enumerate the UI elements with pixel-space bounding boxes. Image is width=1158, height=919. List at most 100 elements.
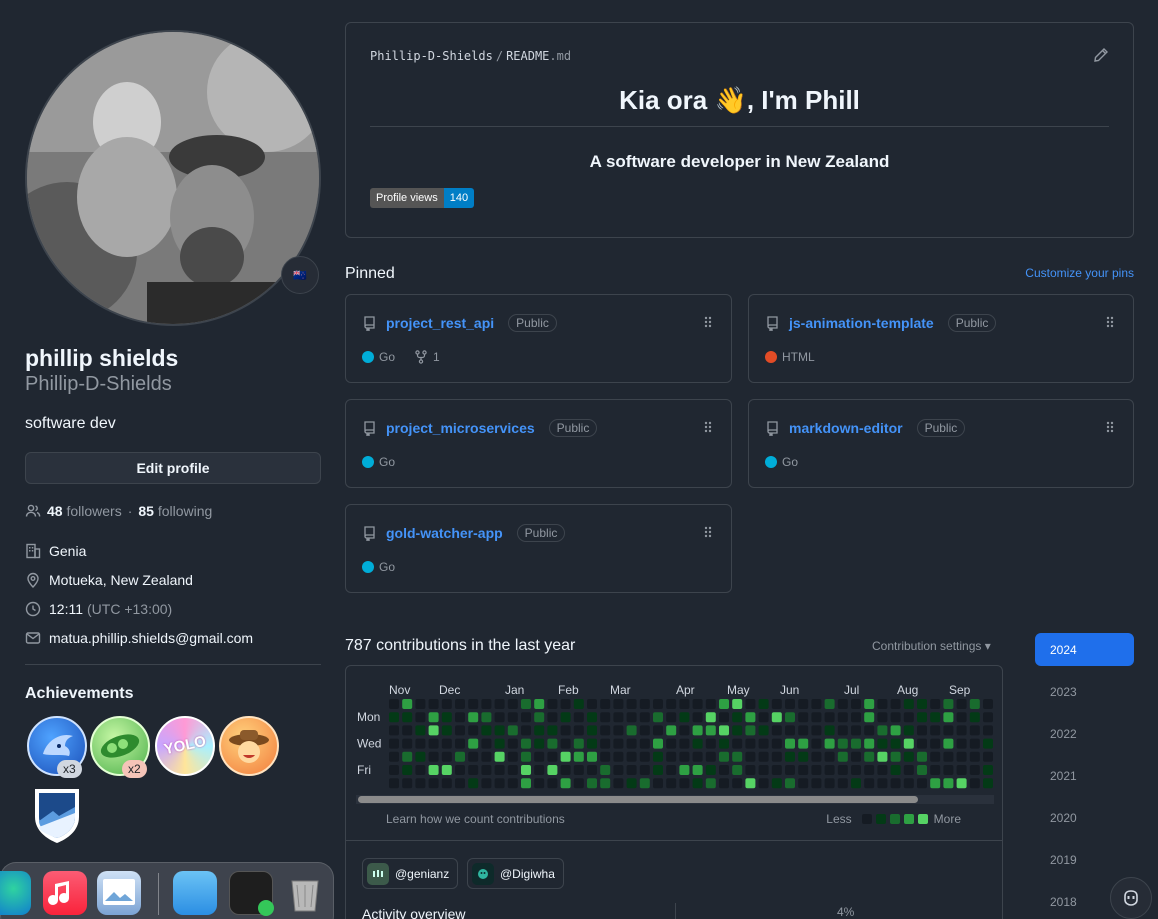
contribution-day[interactable] <box>851 778 861 789</box>
contribution-day[interactable] <box>903 712 914 723</box>
contribution-day[interactable] <box>573 725 584 736</box>
contribution-day[interactable] <box>851 725 861 736</box>
contribution-day[interactable] <box>705 699 716 709</box>
contribution-day[interactable] <box>626 765 637 775</box>
contribution-day[interactable] <box>573 738 584 749</box>
contribution-day[interactable] <box>719 751 729 762</box>
contribution-day[interactable] <box>745 751 756 762</box>
contribution-day[interactable] <box>521 751 531 762</box>
contribution-day[interactable] <box>864 765 875 775</box>
contribution-day[interactable] <box>639 751 650 762</box>
contribution-day[interactable] <box>587 725 597 736</box>
contribution-day[interactable] <box>771 738 782 749</box>
contribution-day[interactable] <box>930 751 941 762</box>
contribution-day[interactable] <box>653 765 663 775</box>
contribution-day[interactable] <box>903 765 914 775</box>
contribution-day[interactable] <box>639 712 650 723</box>
contribution-day[interactable] <box>666 778 677 789</box>
contribution-day[interactable] <box>402 738 413 749</box>
contribution-day[interactable] <box>956 751 967 762</box>
music-app-icon[interactable] <box>43 871 87 915</box>
contribution-day[interactable] <box>983 725 993 736</box>
contribution-day[interactable] <box>811 712 822 723</box>
contribution-day[interactable] <box>679 725 690 736</box>
contribution-day[interactable] <box>415 778 426 789</box>
contribution-day[interactable] <box>745 699 756 709</box>
contribution-day[interactable] <box>943 712 954 723</box>
readme-path[interactable]: Phillip-D-Shields / README.md <box>370 49 571 63</box>
contribution-day[interactable] <box>428 751 439 762</box>
contribution-day[interactable] <box>785 725 795 736</box>
contribution-day[interactable] <box>613 765 624 775</box>
contribution-day[interactable] <box>719 725 729 736</box>
contribution-day[interactable] <box>956 765 967 775</box>
contribution-day[interactable] <box>560 712 571 723</box>
contribution-day[interactable] <box>877 725 888 736</box>
contribution-day[interactable] <box>890 765 901 775</box>
contribution-day[interactable] <box>441 712 452 723</box>
contribution-day[interactable] <box>494 699 505 709</box>
contribution-day[interactable] <box>613 751 624 762</box>
contribution-day[interactable] <box>573 712 584 723</box>
contribution-day[interactable] <box>428 725 439 736</box>
folder-app-icon[interactable] <box>173 871 217 915</box>
contribution-day[interactable] <box>587 778 597 789</box>
contribution-day[interactable] <box>560 765 571 775</box>
contribution-day[interactable] <box>639 778 650 789</box>
contribution-day[interactable] <box>811 765 822 775</box>
contribution-day[interactable] <box>969 725 980 736</box>
year-link[interactable]: 2020 <box>1035 801 1134 834</box>
contribution-day[interactable] <box>705 778 716 789</box>
contribution-day[interactable] <box>692 725 703 736</box>
contribution-day[interactable] <box>521 712 531 723</box>
contribution-day[interactable] <box>877 765 888 775</box>
contribution-day[interactable] <box>969 765 980 775</box>
contribution-day[interactable] <box>534 725 545 736</box>
pencil-icon[interactable] <box>1093 47 1109 68</box>
contribution-day[interactable] <box>930 699 941 709</box>
contribution-day[interactable] <box>666 738 677 749</box>
contribution-day[interactable] <box>587 699 597 709</box>
contribution-day[interactable] <box>428 765 439 775</box>
contribution-day[interactable] <box>679 699 690 709</box>
contribution-day[interactable] <box>798 765 809 775</box>
contribution-day[interactable] <box>956 712 967 723</box>
contribution-day[interactable] <box>626 738 637 749</box>
contribution-day[interactable] <box>494 725 505 736</box>
contribution-day[interactable] <box>719 712 729 723</box>
contribution-day[interactable] <box>441 765 452 775</box>
contribution-day[interactable] <box>547 738 558 749</box>
org-filter-genianz[interactable]: @genianz <box>362 858 459 889</box>
contribution-day[interactable] <box>864 712 875 723</box>
contribution-day[interactable] <box>877 699 888 709</box>
badge-yolo[interactable]: YOLO <box>155 716 215 776</box>
contribution-day[interactable] <box>507 738 518 749</box>
contribution-day[interactable] <box>389 712 399 723</box>
contribution-day[interactable] <box>824 751 835 762</box>
contribution-day[interactable] <box>969 778 980 789</box>
contribution-day[interactable] <box>402 725 413 736</box>
contribution-day[interactable] <box>771 751 782 762</box>
contribution-day[interactable] <box>917 751 927 762</box>
repo-name-link[interactable]: gold-watcher-app <box>386 525 503 541</box>
contribution-day[interactable] <box>402 699 413 709</box>
contribution-day[interactable] <box>560 751 571 762</box>
contribution-day[interactable] <box>613 738 624 749</box>
contribution-day[interactable] <box>798 778 809 789</box>
status-badge[interactable]: 🇳🇿 <box>281 256 319 294</box>
contribution-day[interactable] <box>507 751 518 762</box>
contribution-day[interactable] <box>402 751 413 762</box>
contribution-day[interactable] <box>653 699 663 709</box>
contribution-day[interactable] <box>626 699 637 709</box>
graph-scrollbar[interactable] <box>356 795 994 804</box>
contribution-day[interactable] <box>903 778 914 789</box>
contribution-day[interactable] <box>917 765 927 775</box>
contribution-day[interactable] <box>455 765 465 775</box>
contribution-day[interactable] <box>983 765 993 775</box>
contribution-day[interactable] <box>785 712 795 723</box>
contribution-day[interactable] <box>573 765 584 775</box>
contribution-day[interactable] <box>943 699 954 709</box>
contribution-day[interactable] <box>441 738 452 749</box>
year-link[interactable]: 2022 <box>1035 717 1134 750</box>
contribution-day[interactable] <box>639 725 650 736</box>
